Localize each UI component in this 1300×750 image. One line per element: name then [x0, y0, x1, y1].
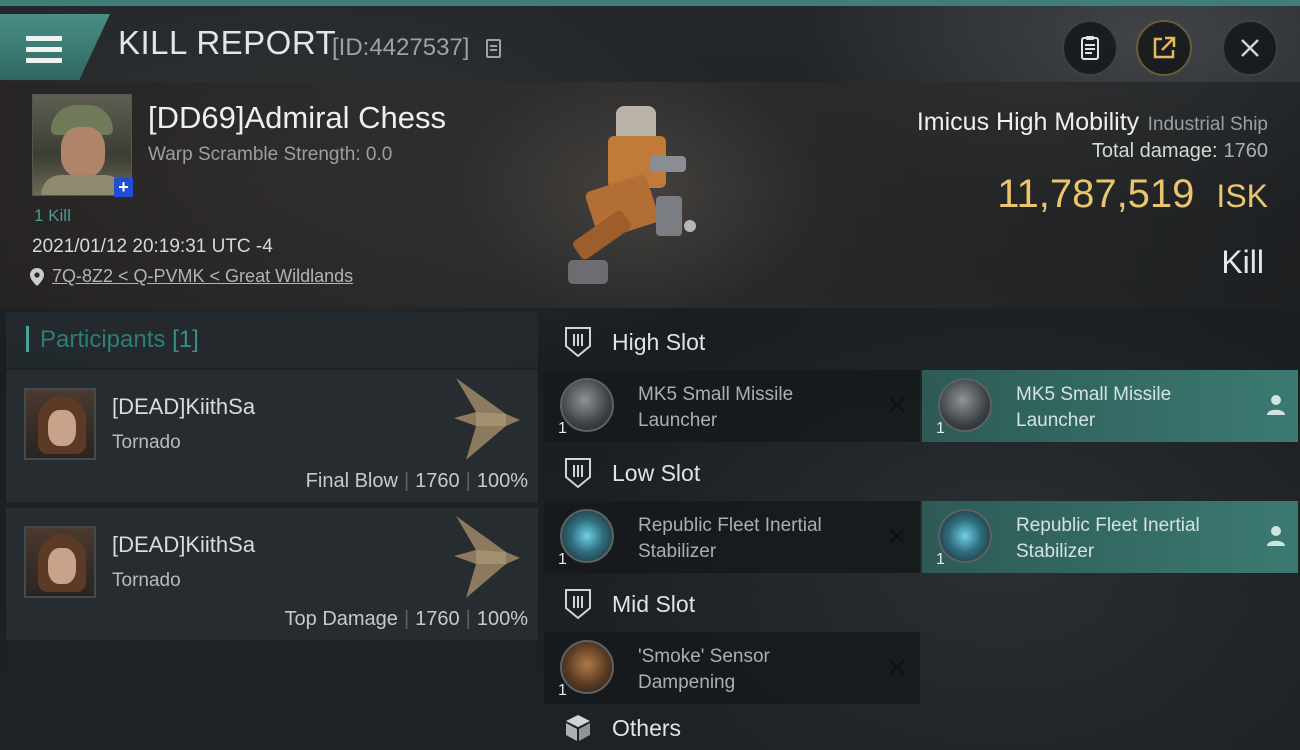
module-dropped[interactable]: 1 MK5 Small Missile Launcher	[922, 370, 1298, 442]
module-name: Republic Fleet Inertial Stabilizer	[638, 515, 822, 562]
module-name: MK5 Small Missile Launcher	[1016, 384, 1172, 431]
ship-name[interactable]: Imicus High Mobility	[917, 108, 1139, 136]
destroyed-x-icon	[889, 528, 905, 544]
participant-stats: Top Damage | 1760 | 100%	[284, 608, 528, 630]
ship-image	[568, 106, 696, 284]
module-quantity: 1	[936, 420, 945, 437]
add-contact-icon[interactable]: +	[114, 178, 133, 197]
participant-avatar[interactable]	[24, 388, 96, 460]
participants-header: Participants [1]	[6, 312, 538, 368]
participants-panel: Participants [1] [DEAD]KiithSa Tornado F…	[6, 312, 538, 750]
module-name: 'Smoke' Sensor Dampening	[638, 646, 770, 693]
module-destroyed[interactable]: 1 'Smoke' Sensor Dampening	[544, 632, 920, 704]
menu-button[interactable]	[0, 14, 110, 80]
location-link[interactable]: 7Q-8Z2 < Q-PVMK < Great Wildlands	[30, 266, 353, 287]
high-slot-header: High Slot	[544, 312, 1300, 372]
participant-ship: Tornado	[112, 570, 181, 591]
module-quantity: 1	[558, 551, 567, 568]
others-label: Others	[612, 714, 682, 741]
participant-name: [DEAD]KiithSa	[112, 532, 256, 557]
high-slot-icon	[565, 327, 591, 358]
participant-percent: 100%	[476, 608, 528, 630]
isk-value-row: 11,787,519 ISK	[997, 172, 1268, 217]
person-icon	[1267, 526, 1285, 546]
participant-row[interactable]: [DEAD]KiithSa Tornado Top Damage | 1760 | 10…	[6, 508, 538, 640]
warp-scramble-strength: Warp Scramble Strength: 0.0	[148, 144, 393, 165]
person-icon	[1267, 395, 1285, 415]
isk-unit: ISK	[1216, 178, 1268, 214]
total-damage: Total damage: 1760	[1092, 140, 1268, 163]
participants-title: Participants	[40, 326, 166, 353]
participants-count: [1]	[172, 326, 199, 353]
header-bar: KILL REPORT [ID:4427537]	[0, 6, 1300, 82]
sensor-dampener-icon	[560, 640, 614, 694]
module-dropped[interactable]: 1 Republic Fleet Inertial Stabilizer	[922, 501, 1298, 573]
location-text: 7Q-8Z2 < Q-PVMK < Great Wildlands	[52, 266, 354, 286]
total-damage-value: 1760	[1223, 140, 1269, 162]
missile-launcher-icon	[938, 378, 992, 432]
copy-icon[interactable]	[486, 39, 501, 58]
participant-avatar[interactable]	[24, 526, 96, 598]
missile-launcher-icon	[560, 378, 614, 432]
mid-slot-icon	[565, 589, 591, 620]
destroyed-x-icon	[889, 397, 905, 413]
participant-row[interactable]: [DEAD]KiithSa Tornado Final Blow | 1760 | 10…	[6, 370, 538, 502]
menu-icon	[26, 36, 62, 64]
clipboard-icon	[1081, 36, 1099, 60]
mid-slot-header: Mid Slot	[544, 574, 1300, 634]
inertial-stabilizer-icon	[560, 509, 614, 563]
kill-datetime: 2021/01/12 20:19:31 UTC -4	[32, 236, 273, 257]
kill-result-label: Kill	[1221, 244, 1264, 280]
module-name: Republic Fleet Inertial Stabilizer	[1016, 515, 1200, 562]
inertial-stabilizer-icon	[938, 509, 992, 563]
close-icon	[1241, 39, 1259, 57]
page-title: KILL REPORT	[118, 24, 337, 61]
ship-class: Industrial Ship	[1147, 114, 1268, 135]
victim-panel: + [DD69]Admiral Chess Warp Scramble Stre…	[0, 82, 1300, 308]
low-slot-icon	[565, 458, 591, 489]
participant-ship-image	[454, 516, 520, 598]
low-slot-label: Low Slot	[612, 459, 701, 486]
clipboard-button[interactable]	[1062, 20, 1118, 76]
participant-ship-image	[454, 378, 520, 460]
mid-slot-label: Mid Slot	[612, 590, 696, 617]
module-destroyed[interactable]: 1 Republic Fleet Inertial Stabilizer	[544, 501, 920, 573]
location-pin-icon	[30, 267, 44, 286]
module-name: MK5 Small Missile Launcher	[638, 384, 794, 431]
total-damage-label: Total damage:	[1091, 140, 1218, 162]
participant-damage: 1760	[415, 608, 460, 630]
victim-name[interactable]: [DD69]Admiral Chess	[148, 100, 446, 136]
participant-damage: 1760	[415, 470, 460, 492]
report-id: [ID:4427537]	[332, 34, 470, 61]
participant-ship: Tornado	[112, 432, 181, 453]
isk-value: 11,787,519	[997, 172, 1195, 216]
share-icon	[1153, 36, 1176, 59]
participant-name: [DEAD]KiithSa	[112, 394, 256, 419]
module-quantity: 1	[558, 420, 567, 437]
module-quantity: 1	[558, 682, 567, 699]
ship-type-line: Imicus High Mobility Industrial Ship	[917, 108, 1268, 137]
kill-count: 1 Kill	[34, 206, 71, 225]
close-button[interactable]	[1222, 20, 1278, 76]
share-button[interactable]	[1136, 20, 1192, 76]
participant-role: Top Damage	[284, 608, 398, 630]
module-quantity: 1	[936, 551, 945, 568]
low-slot-header: Low Slot	[544, 443, 1300, 503]
participant-percent: 100%	[476, 470, 528, 492]
participant-role: Final Blow	[305, 470, 398, 492]
others-header: Others	[544, 706, 1300, 750]
cube-icon	[566, 715, 590, 741]
high-slot-label: High Slot	[612, 328, 706, 355]
participant-stats: Final Blow | 1760 | 100%	[305, 470, 528, 492]
destroyed-x-icon	[889, 659, 905, 675]
module-destroyed[interactable]: 1 MK5 Small Missile Launcher	[544, 370, 920, 442]
